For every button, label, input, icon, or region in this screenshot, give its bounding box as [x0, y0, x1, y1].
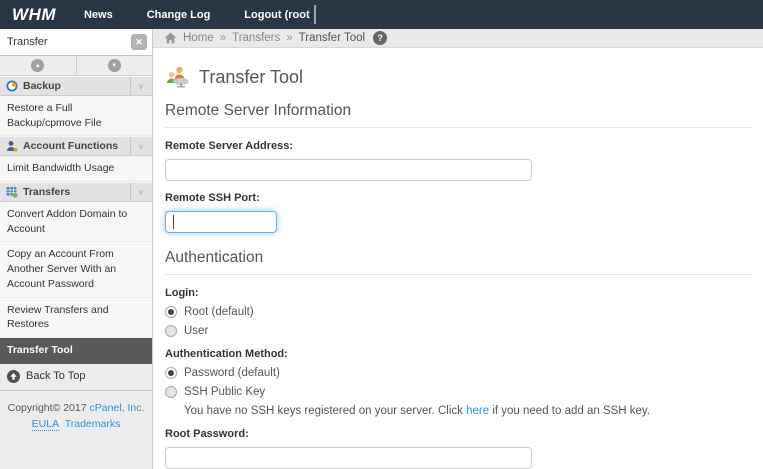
- root-password-input[interactable]: [165, 447, 532, 469]
- sidebar-section-backup[interactable]: Backup ∨: [0, 76, 152, 96]
- breadcrumb-transfers[interactable]: Transfers: [232, 32, 280, 44]
- chevron-down-icon[interactable]: ∨: [130, 183, 146, 202]
- back-to-top-label: Back To Top: [26, 370, 86, 383]
- method-password-radio[interactable]: Password (default): [165, 367, 753, 379]
- account-functions-icon: [6, 140, 18, 153]
- breadcrumb-separator: »: [286, 32, 293, 44]
- remote-port-label: Remote SSH Port:: [165, 192, 260, 204]
- main-area: Home » Transfers » Transfer Tool ? Trans…: [153, 29, 763, 469]
- chevron-up-icon: ▲: [31, 59, 45, 72]
- page-title-text: Transfer Tool: [199, 66, 304, 87]
- method-sshkey-radio[interactable]: SSH Public Key: [165, 386, 753, 398]
- sidebar-item-restore-full-backup[interactable]: Restore a Full Backup/cpmove File: [0, 96, 152, 137]
- method-password-label: Password (default): [184, 367, 280, 379]
- copyright-text: Copyright© 2017: [7, 401, 90, 414]
- sidebar-section-label: Account Functions: [23, 140, 119, 153]
- sidebar-search-row: ✕: [0, 29, 152, 56]
- chevron-down-icon[interactable]: ∨: [130, 77, 146, 95]
- chevron-down-icon: ▼: [107, 59, 121, 72]
- sidebar-section-transfers[interactable]: Transfers ∨: [0, 182, 152, 203]
- sidebar-item-transfer-tool[interactable]: Transfer Tool: [0, 337, 152, 364]
- arrow-up-circle-icon: [7, 369, 20, 383]
- page-title: Transfer Tool: [165, 66, 753, 88]
- search-input[interactable]: [0, 36, 131, 48]
- radio-selected-icon: [165, 306, 177, 318]
- sidebar-pager: ▲ ▼: [0, 56, 152, 76]
- login-user-label: User: [184, 325, 209, 337]
- section-heading-remote: Remote Server Information: [165, 102, 753, 128]
- add-ssh-key-link[interactable]: here: [466, 405, 489, 417]
- trademarks-link[interactable]: Trademarks: [65, 418, 121, 430]
- nav-logout[interactable]: Logout (root: [244, 9, 309, 21]
- transfers-icon: [6, 186, 18, 198]
- remote-address-label: Remote Server Address:: [165, 140, 293, 152]
- scroll-down-button[interactable]: ▼: [77, 56, 153, 75]
- breadcrumb: Home » Transfers » Transfer Tool ?: [153, 29, 763, 48]
- top-navigation: News Change Log Logout (root: [84, 5, 316, 24]
- eula-link[interactable]: EULA: [31, 417, 60, 431]
- method-sshkey-label: SSH Public Key: [184, 386, 266, 398]
- ssh-note-text: You have no SSH keys registered on your …: [184, 405, 467, 417]
- nav-changelog[interactable]: Change Log: [147, 9, 211, 21]
- back-to-top-button[interactable]: Back To Top: [0, 364, 152, 391]
- backup-icon: [6, 80, 18, 92]
- whm-logo: WHM: [12, 4, 56, 24]
- radio-selected-icon: [165, 367, 177, 379]
- clear-search-icon[interactable]: ✕: [131, 34, 147, 50]
- sidebar-item-limit-bandwidth[interactable]: Limit Bandwidth Usage: [0, 156, 152, 183]
- login-root-radio[interactable]: Root (default): [165, 306, 753, 318]
- section-heading-auth: Authentication: [165, 249, 753, 275]
- remote-address-input[interactable]: [165, 159, 532, 181]
- sidebar-section-label: Backup: [23, 80, 61, 92]
- login-root-label: Root (default): [184, 306, 254, 318]
- copyright: Copyright© 2017 cPanel, Inc. EULA Tradem…: [0, 391, 152, 442]
- scroll-up-button[interactable]: ▲: [0, 56, 77, 75]
- sidebar-item-review-transfers[interactable]: Review Transfers and Restores: [0, 297, 152, 338]
- ssh-key-note: You have no SSH keys registered on your …: [184, 405, 753, 417]
- ssh-note-text: if you need to add an SSH key.: [489, 405, 651, 417]
- radio-unselected-icon: [165, 325, 177, 337]
- breadcrumb-home[interactable]: Home: [183, 32, 214, 44]
- breadcrumb-separator: »: [219, 32, 227, 44]
- chevron-down-icon[interactable]: ∨: [130, 137, 146, 156]
- breadcrumb-current: Transfer Tool: [298, 32, 366, 44]
- remote-port-input[interactable]: [165, 211, 277, 233]
- login-user-radio[interactable]: User: [165, 325, 753, 337]
- radio-unselected-icon: [165, 386, 177, 398]
- sidebar-section-account-functions[interactable]: Account Functions ∨: [0, 136, 152, 157]
- help-icon[interactable]: ?: [373, 31, 388, 45]
- sidebar: ✕ ▲ ▼ Backup ∨ Restore a Full Backup/cpm…: [0, 29, 153, 469]
- auth-method-label: Authentication Method:: [165, 348, 288, 360]
- sidebar-item-convert-addon[interactable]: Convert Addon Domain to Account: [0, 202, 152, 243]
- transfer-tool-icon: [165, 66, 190, 88]
- root-password-label: Root Password:: [165, 428, 249, 440]
- nav-news[interactable]: News: [84, 9, 113, 21]
- cpanel-link[interactable]: cPanel, Inc.: [90, 402, 145, 414]
- sidebar-item-copy-account[interactable]: Copy an Account From Another Server With…: [0, 242, 152, 298]
- sidebar-section-label: Transfers: [23, 186, 71, 199]
- home-icon[interactable]: [164, 32, 177, 44]
- text-cursor: [313, 5, 316, 24]
- top-bar: WHM News Change Log Logout (root: [0, 0, 763, 29]
- page-content: Transfer Tool Remote Server Information …: [153, 48, 763, 469]
- text-cursor: [173, 215, 174, 229]
- login-label: Login:: [165, 287, 199, 299]
